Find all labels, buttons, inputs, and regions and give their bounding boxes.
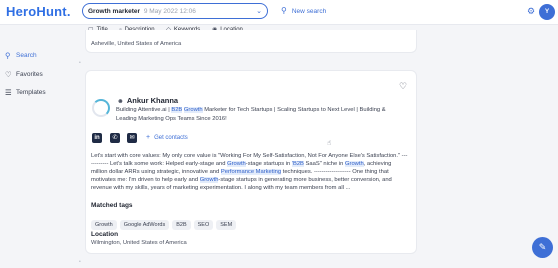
linkedin-icon[interactable]: in [92, 133, 102, 143]
email-icon[interactable]: ✉ [127, 133, 137, 143]
search-date: 9 May 2022 12:06 [143, 8, 196, 15]
top-bar: HeroHunt. Growth marketer 9 May 2022 12:… [0, 0, 558, 25]
heart-icon: ♡ [5, 69, 12, 79]
keyword-highlight: B2B [171, 107, 183, 113]
phone-icon[interactable]: ✆ [110, 133, 120, 143]
scroll-marker: • [79, 259, 81, 265]
keyword-highlight: Growth [183, 107, 203, 113]
plus-icon: + [146, 134, 151, 141]
list-icon: ☰ [5, 88, 12, 97]
tag-chip[interactable]: SEM [216, 220, 237, 230]
sidebar-item-favorites[interactable]: ♡ Favorites [0, 69, 80, 81]
search-icon: ⚲ [281, 6, 287, 15]
tag-chip[interactable]: SEO [193, 220, 214, 230]
tag-chip[interactable]: B2B [172, 220, 191, 230]
favorite-heart-icon[interactable]: ♡ [399, 81, 407, 92]
chevron-down-icon: ⌄ [256, 8, 262, 15]
new-search-button[interactable]: ⚲ New search [281, 6, 326, 15]
matched-tags: Growth Google AdWords B2B SEO SEM [91, 213, 239, 231]
tag-chip[interactable]: Google AdWords [119, 220, 170, 230]
previous-candidate-location: Asheville, United States of America [91, 41, 182, 47]
saved-search-select[interactable]: Growth marketer 9 May 2022 12:06 ⌄ [82, 3, 268, 19]
previous-candidate-card[interactable]: Asheville, United States of America [85, 30, 417, 53]
search-name: Growth marketer [88, 8, 141, 15]
chat-bubble-icon[interactable]: ✎ [532, 237, 553, 258]
sidebar-item-templates[interactable]: ☰ Templates [0, 87, 80, 99]
tag-chip[interactable]: Growth [91, 220, 117, 230]
match-score-ring [92, 99, 110, 117]
sidebar: ⚲ Search ♡ Favorites ☰ Templates [0, 50, 80, 106]
hand-cursor-icon: ☝ [327, 140, 332, 147]
scroll-marker: • [79, 60, 81, 66]
keyword-highlight: 'B2B [291, 161, 304, 168]
location-heading: Location [91, 231, 119, 238]
candidate-about: Let's start with core values: My only co… [91, 153, 408, 192]
matched-tags-heading: Matched tags [91, 202, 133, 209]
candidate-card[interactable]: ♡ ☻ Ankur Khanna Building Attentive.ai | … [85, 70, 417, 254]
search-icon: ⚲ [5, 51, 11, 60]
gear-icon[interactable]: ⚙ [527, 6, 535, 17]
avatar[interactable]: Y [539, 4, 555, 20]
candidate-name[interactable]: ☻ Ankur Khanna [117, 96, 178, 105]
keyword-highlight: Growth [227, 161, 246, 168]
keyword-highlight: Performance Marketing [220, 169, 282, 176]
person-icon: ☻ [117, 98, 124, 105]
keyword-highlight: Growth [345, 161, 364, 168]
herohunt-logo[interactable]: HeroHunt. [6, 4, 71, 19]
candidate-location: Wilmington, United States of America [91, 240, 187, 246]
sidebar-item-search[interactable]: ⚲ Search [0, 50, 80, 62]
get-contacts-button[interactable]: + Get contacts [146, 134, 188, 141]
keyword-highlight: Growth [199, 177, 219, 184]
candidate-headline: Building Attentive.ai | B2B Growth Marke… [116, 107, 386, 122]
